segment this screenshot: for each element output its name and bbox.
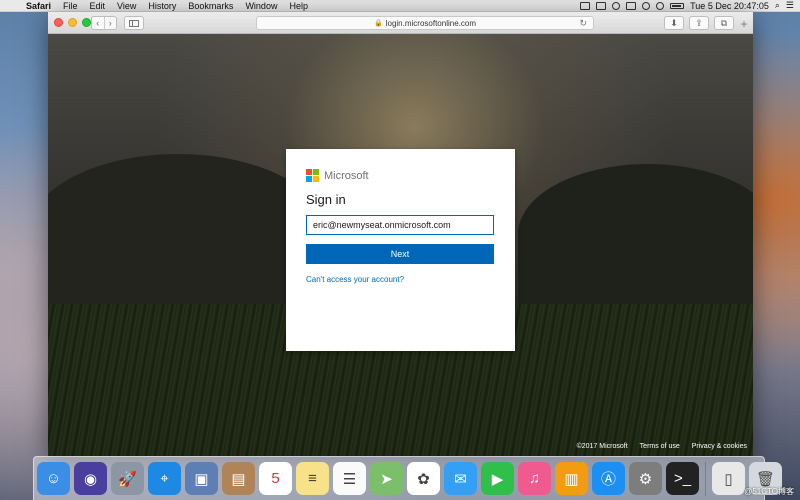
battery-icon[interactable] [670,2,685,9]
notification-center-icon[interactable]: ☰ [786,0,794,11]
wifi-icon[interactable] [642,1,651,10]
zoom-window-button[interactable] [82,18,91,27]
tabs-icon: ⧉ [720,17,728,28]
safari-window: ‹ › 🔒 login.microsoftonline.com ↻ ⬇ ⇪ ⧉ … [48,12,753,456]
share-icon: ⇪ [695,17,703,28]
privacy-link[interactable]: Privacy & cookies [692,443,747,450]
calendar-icon[interactable]: 5 [259,462,292,495]
notes-icon[interactable]: ≡ [296,462,329,495]
menu-window[interactable]: Window [239,0,283,12]
volume-icon[interactable] [656,1,665,10]
signin-card: Microsoft Sign in Next Can't access your… [286,149,515,351]
microsoft-logo-icon [306,169,319,182]
url-text: login.microsoftonline.com [385,18,476,28]
back-forward-group: ‹ › [91,16,117,30]
system-preferences-icon[interactable]: ⚙ [629,462,662,495]
menu-bar: Safari File Edit View History Bookmarks … [0,0,800,12]
menu-app-name[interactable]: Safari [20,0,57,12]
launchpad-icon[interactable]: 🚀 [111,462,144,495]
ibooks-icon[interactable]: ▥ [555,462,588,495]
finder-icon[interactable]: ☺ [37,462,70,495]
window-controls [54,18,91,27]
page-footer: ©2017 Microsoft Terms of use Privacy & c… [577,443,747,450]
menu-help[interactable]: Help [283,0,314,12]
copyright-text: ©2017 Microsoft [576,443,628,450]
time-machine-icon[interactable] [612,1,621,10]
dock-separator [705,461,706,496]
photos-icon[interactable]: ✿ [407,462,440,495]
lock-icon: 🔒 [374,20,383,27]
next-button[interactable]: Next [306,244,494,264]
sidebar-icon [129,19,139,27]
status-area: Tue 5 Dec 20:47:05 ⌕ ☰ [580,0,800,11]
page-viewport: Microsoft Sign in Next Can't access your… [48,34,753,456]
menu-history[interactable]: History [142,0,182,12]
facetime-icon[interactable]: ▶ [481,462,514,495]
brand-header: Microsoft [306,169,495,182]
menubar-clock[interactable]: Tue 5 Dec 20:47:05 [690,1,769,11]
browser-toolbar: ‹ › 🔒 login.microsoftonline.com ↻ ⬇ ⇪ ⧉ … [48,12,753,34]
email-field[interactable] [306,215,494,235]
reload-icon[interactable]: ↻ [579,18,587,29]
minimize-window-button[interactable] [68,18,77,27]
messages-icon[interactable]: ✉ [444,462,477,495]
watermark-text: @51CTO博客 [744,487,794,496]
page-title: Sign in [306,192,346,207]
notebook-icon[interactable]: ▤ [222,462,255,495]
spotlight-icon[interactable]: ⌕ [775,0,780,11]
sidebar-toggle-button[interactable] [124,16,144,30]
brand-name: Microsoft [324,169,369,182]
address-bar[interactable]: 🔒 login.microsoftonline.com ↻ [256,16,594,30]
downloads-button[interactable]: ⬇ [664,16,684,30]
forward-arrow-icon[interactable]: › [103,17,117,29]
download-icon: ⬇ [670,17,678,28]
app-store-icon[interactable]: Ⓐ [592,462,625,495]
terms-link[interactable]: Terms of use [640,443,680,450]
display-mirroring-icon[interactable] [626,1,637,10]
back-arrow-icon[interactable]: ‹ [92,17,104,29]
background-hill [518,164,753,304]
maps-icon[interactable]: ➤ [370,462,403,495]
terminal-icon[interactable]: >_ [666,462,699,495]
safari-icon[interactable]: ⌖ [148,462,181,495]
dock: ☺ ◉ 🚀 ⌖ ▣ ▤ 5 ≡ ☰ ➤ ✿ ✉ ▶ ♫ ▥ Ⓐ ⚙ >_ ▯ 🗑 [33,456,782,500]
itunes-icon[interactable]: ♫ [518,462,551,495]
reminders-icon[interactable]: ☰ [333,462,366,495]
menu-edit[interactable]: Edit [84,0,112,12]
status-extension-icon[interactable] [596,1,607,10]
menu-file[interactable]: File [57,0,84,12]
status-app-icon[interactable] [580,1,591,10]
document-icon[interactable]: ▯ [712,462,745,495]
siri-icon[interactable]: ◉ [74,462,107,495]
photo-preview-icon[interactable]: ▣ [185,462,218,495]
menu-view[interactable]: View [111,0,142,12]
close-window-button[interactable] [54,18,63,27]
tab-overview-button[interactable]: ⧉ [714,16,734,30]
menu-bookmarks[interactable]: Bookmarks [182,0,239,12]
share-button[interactable]: ⇪ [689,16,709,30]
new-tab-button[interactable]: + [737,17,751,31]
cant-access-account-link[interactable]: Can't access your account? [306,275,495,284]
